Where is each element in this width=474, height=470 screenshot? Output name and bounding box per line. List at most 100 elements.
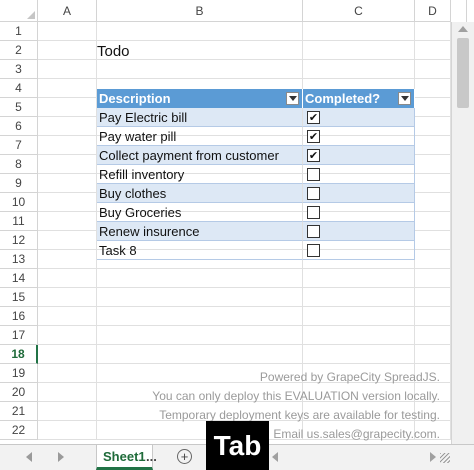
grid-cell[interactable] <box>38 41 97 60</box>
grid-cell[interactable] <box>38 155 97 174</box>
row-header[interactable]: 22 <box>0 421 38 440</box>
grid-cell[interactable] <box>38 269 97 288</box>
grid-cell[interactable] <box>303 22 415 41</box>
grid-cell[interactable] <box>415 345 451 364</box>
grid-cell[interactable] <box>38 231 97 250</box>
previous-sheet-icon[interactable] <box>26 452 32 462</box>
grid-cell[interactable] <box>38 117 97 136</box>
grid-cell[interactable] <box>97 269 303 288</box>
grid-cell[interactable] <box>303 269 415 288</box>
grid-cell[interactable] <box>38 250 97 269</box>
grid-cell[interactable] <box>415 326 451 345</box>
grid-cell[interactable] <box>97 60 303 79</box>
unchecked-checkbox[interactable] <box>307 225 320 238</box>
grid-cell[interactable] <box>415 60 451 79</box>
grid-cell[interactable] <box>303 60 415 79</box>
grid-cell[interactable] <box>97 288 303 307</box>
grid-cell[interactable] <box>415 212 451 231</box>
grid-cell[interactable] <box>415 98 451 117</box>
grid-cell[interactable] <box>38 136 97 155</box>
todo-description-cell[interactable]: Renew insurence <box>97 222 303 241</box>
checked-checkbox[interactable]: ✔ <box>307 130 320 143</box>
grid-cell[interactable] <box>415 117 451 136</box>
grid-cell[interactable] <box>38 402 97 421</box>
grid-cell[interactable] <box>415 269 451 288</box>
row-header[interactable]: 18 <box>0 345 38 364</box>
grid-cell[interactable] <box>38 98 97 117</box>
grid-cell[interactable] <box>38 288 97 307</box>
scroll-right-icon[interactable] <box>430 452 436 462</box>
todo-description-cell[interactable]: Pay Electric bill <box>97 108 303 127</box>
grid-cell[interactable] <box>38 345 97 364</box>
row-header[interactable]: 7 <box>0 136 38 155</box>
grid-cell[interactable] <box>97 326 303 345</box>
grid-cell[interactable] <box>38 174 97 193</box>
grid-cell[interactable] <box>303 345 415 364</box>
filter-dropdown-icon[interactable] <box>286 92 299 105</box>
row-header[interactable]: 14 <box>0 269 38 288</box>
grid-cell[interactable] <box>38 307 97 326</box>
row-header[interactable]: 13 <box>0 250 38 269</box>
grid-cell[interactable] <box>415 288 451 307</box>
row-header[interactable]: 9 <box>0 174 38 193</box>
add-sheet-icon[interactable]: + <box>177 449 192 464</box>
row-header[interactable]: 1 <box>0 22 38 41</box>
row-header[interactable]: 16 <box>0 307 38 326</box>
scroll-thumb[interactable] <box>457 38 469 108</box>
row-header[interactable]: 4 <box>0 79 38 98</box>
grid-cell[interactable] <box>38 212 97 231</box>
grid-cell[interactable] <box>415 79 451 98</box>
row-header[interactable]: 10 <box>0 193 38 212</box>
column-header-a[interactable]: A <box>38 0 97 22</box>
row-header[interactable]: 17 <box>0 326 38 345</box>
horizontal-scrollbar[interactable] <box>272 451 436 463</box>
grid-cell[interactable] <box>303 288 415 307</box>
row-header[interactable]: 8 <box>0 155 38 174</box>
unchecked-checkbox[interactable] <box>307 187 320 200</box>
row-header[interactable]: 15 <box>0 288 38 307</box>
grid-cell[interactable] <box>38 383 97 402</box>
grid-cell[interactable] <box>415 307 451 326</box>
grid-cell[interactable] <box>38 193 97 212</box>
resize-grip-icon[interactable] <box>440 453 450 463</box>
grid-cell[interactable] <box>303 307 415 326</box>
column-header-c[interactable]: C <box>303 0 415 22</box>
grid-cell[interactable] <box>415 41 451 60</box>
table-header-completed[interactable]: Completed? <box>303 89 415 108</box>
grid-cell[interactable] <box>38 326 97 345</box>
todo-description-cell[interactable]: Task 8 <box>97 241 303 260</box>
column-header-d[interactable]: D <box>415 0 451 22</box>
unchecked-checkbox[interactable] <box>307 206 320 219</box>
grid-cell[interactable] <box>97 421 303 440</box>
unchecked-checkbox[interactable] <box>307 244 320 257</box>
grid-cell[interactable] <box>97 307 303 326</box>
grid-cell[interactable] <box>415 193 451 212</box>
row-header[interactable]: 11 <box>0 212 38 231</box>
vertical-scrollbar[interactable] <box>451 22 474 444</box>
next-sheet-icon[interactable] <box>58 452 64 462</box>
row-header[interactable]: 21 <box>0 402 38 421</box>
scroll-left-icon[interactable] <box>272 452 278 462</box>
table-header-description[interactable]: Description <box>97 89 303 108</box>
todo-description-cell[interactable]: Pay water pill <box>97 127 303 146</box>
grid-cell[interactable] <box>38 421 97 440</box>
grid-cell[interactable] <box>97 345 303 364</box>
todo-description-cell[interactable]: Collect payment from customer <box>97 146 303 165</box>
grid-cell[interactable] <box>303 326 415 345</box>
grid-cell[interactable] <box>415 250 451 269</box>
todo-description-cell[interactable]: Buy Groceries <box>97 203 303 222</box>
grid-cell[interactable] <box>97 22 303 41</box>
grid-cell[interactable] <box>38 60 97 79</box>
todo-description-cell[interactable]: Buy clothes <box>97 184 303 203</box>
sheet-title-cell[interactable]: Todo <box>97 43 130 60</box>
row-header[interactable]: 3 <box>0 60 38 79</box>
grid-cell[interactable] <box>38 79 97 98</box>
grid-cell[interactable] <box>415 22 451 41</box>
select-all-corner[interactable] <box>0 0 38 22</box>
filter-dropdown-icon[interactable] <box>398 92 411 105</box>
row-header[interactable]: 12 <box>0 231 38 250</box>
column-header-b[interactable]: B <box>97 0 303 22</box>
row-header[interactable]: 5 <box>0 98 38 117</box>
sheet-tab-sheet1[interactable]: Sheet1 <box>96 445 153 470</box>
grid-cell[interactable] <box>415 155 451 174</box>
